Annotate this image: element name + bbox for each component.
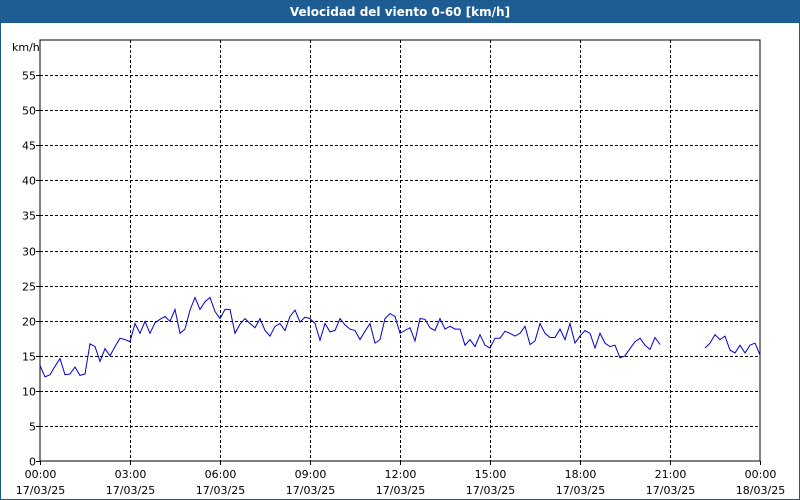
x-tick-time-label: 18:00 — [565, 468, 597, 481]
x-tick-date-label: 18/03/25 — [736, 484, 785, 497]
x-tick-time-label: 12:00 — [385, 468, 417, 481]
x-tick-time-label: 21:00 — [655, 468, 687, 481]
y-tick-label: 25 — [22, 281, 36, 294]
x-tick-time-label: 00:00 — [745, 468, 777, 481]
x-tick-time-label: 03:00 — [115, 468, 147, 481]
y-tick-label: 15 — [22, 351, 36, 364]
y-tick-label: 20 — [22, 316, 36, 329]
x-tick-time-label: 06:00 — [205, 468, 237, 481]
y-tick-label: 55 — [22, 70, 36, 83]
x-tick-date-label: 17/03/25 — [16, 484, 65, 497]
x-tick-date-label: 17/03/25 — [466, 484, 515, 497]
y-tick-label: 5 — [29, 421, 36, 434]
x-tick-date-label: 17/03/25 — [106, 484, 155, 497]
y-tick-label: 10 — [22, 386, 36, 399]
y-tick-label: 0 — [29, 456, 36, 469]
y-tick-label: 45 — [22, 140, 36, 153]
y-tick-label: 35 — [22, 210, 36, 223]
y-tick-label: 50 — [22, 105, 36, 118]
x-tick-date-label: 17/03/25 — [556, 484, 605, 497]
x-tick-date-label: 17/03/25 — [646, 484, 695, 497]
wind-speed-chart: 0 5 10 15 20 25 30 35 40 45 50 55 00:00 17/03/25 03:00… — [12, 39, 785, 497]
x-tick-date-label: 17/03/25 — [376, 484, 425, 497]
x-tick-time-label: 00:00 — [25, 468, 57, 481]
x-tick-time-label: 15:00 — [475, 468, 507, 481]
y-tick-label: 40 — [22, 175, 36, 188]
x-tick-date-label: 17/03/25 — [286, 484, 335, 497]
x-tick-date-label: 17/03/25 — [196, 484, 245, 497]
x-tick-time-label: 09:00 — [295, 468, 327, 481]
y-tick-label: 30 — [22, 246, 36, 259]
y-axis-label: km/h — [12, 41, 40, 54]
